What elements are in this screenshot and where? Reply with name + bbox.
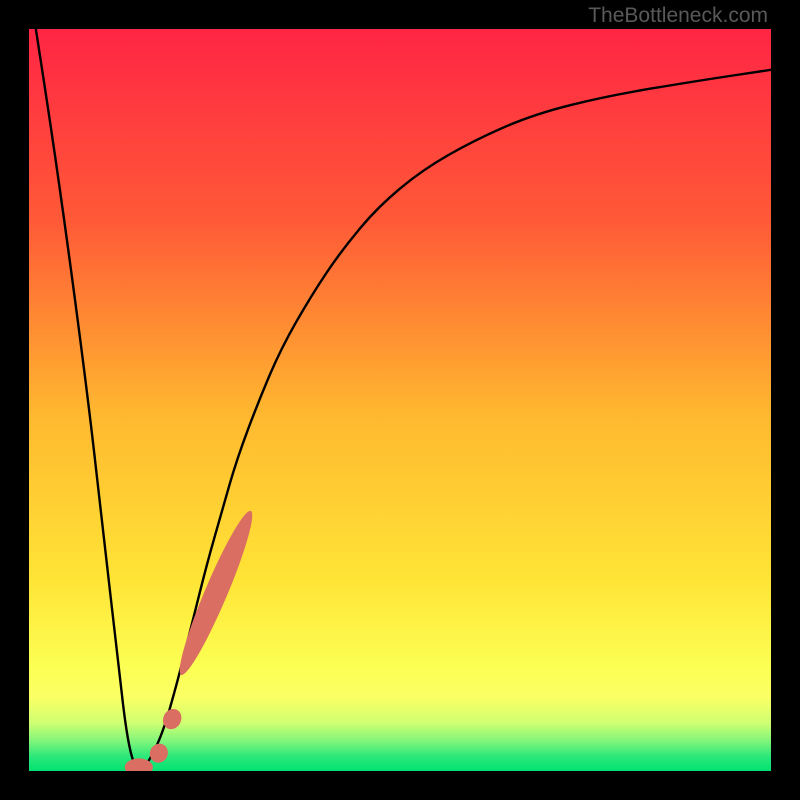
- chart-frame: TheBottleneck.com: [0, 0, 800, 800]
- watermark-text: TheBottleneck.com: [588, 4, 768, 28]
- gradient-bg: [29, 29, 771, 771]
- plot-area: [29, 29, 771, 771]
- plot-svg: [29, 29, 771, 771]
